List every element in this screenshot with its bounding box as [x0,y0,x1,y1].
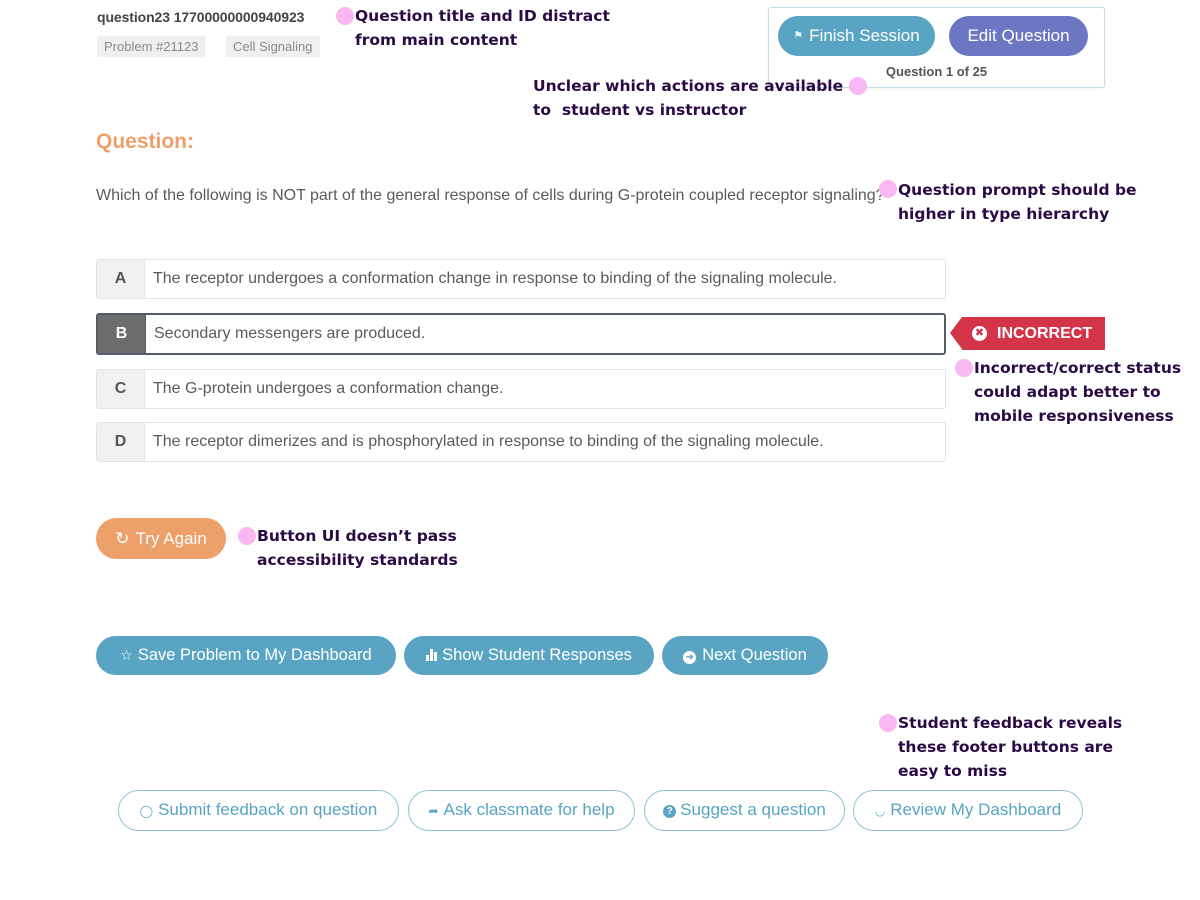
annotation-status-note: Incorrect/correct status could adapt bet… [974,356,1181,428]
ask-classmate-button[interactable]: ➦ Ask classmate for help [408,790,635,831]
question-id: question23 17700000000940923 [97,9,305,25]
save-problem-label: Save Problem to My Dashboard [137,646,372,664]
annotation-line: Student feedback reveals [898,714,1123,732]
annotation-footer-note: Student feedback reveals these footer bu… [898,711,1122,783]
annotation-line: mobile responsiveness [974,407,1174,425]
annotation-dot [238,527,256,545]
annotation-dot [879,180,897,198]
try-again-button[interactable]: ↻ Try Again [96,518,226,559]
suggest-question-label: Suggest a question [680,800,826,819]
show-responses-label: Show Student Responses [442,646,632,664]
annotation-line: from main content [355,31,518,49]
try-again-label: Try Again [135,529,207,548]
annotation-line: easy to miss [898,762,1008,780]
annotation-line: accessibility standards [257,551,458,569]
finish-session-label: Finish Session [809,26,920,45]
answer-option-b[interactable]: B Secondary messengers are produced. [96,313,946,355]
option-text: The G-protein undergoes a conformation c… [153,380,504,397]
incorrect-status-badge: ✖ INCORRECT [950,317,1105,350]
next-question-label: Next Question [702,646,807,664]
refresh-icon: ↻ [115,529,130,548]
badge-body: ✖ INCORRECT [962,317,1105,350]
annotation-dot [879,714,897,732]
option-letter: C [97,370,145,408]
badge-arrow [950,317,962,349]
answer-option-c[interactable]: C The G-protein undergoes a conformation… [96,369,946,409]
annotation-actions-note: Unclear which actions are available to s… [533,74,843,122]
annotation-dot [955,359,973,377]
speech-bubble-icon: ◯ [139,804,154,818]
annotation-prompt-note: Question prompt should be higher in type… [898,178,1137,226]
annotation-line: higher in type hierarchy [898,205,1110,223]
annotation-line: Unclear which actions are available [533,77,844,95]
review-dashboard-label: Review My Dashboard [890,800,1062,819]
option-text: Secondary messengers are produced. [154,325,426,342]
show-student-responses-button[interactable]: Show Student Responses [404,636,654,675]
finish-session-button[interactable]: ⚑ Finish Session [778,16,935,56]
question-heading: Question: [96,130,194,153]
x-circle-icon: ✖ [972,326,987,341]
suggest-question-button[interactable]: ? Suggest a question [644,790,845,831]
annotation-line: could adapt better to [974,383,1161,401]
share-icon: ➦ [428,804,439,818]
ask-classmate-label: Ask classmate for help [443,800,615,819]
annotation-title-note: Question title and ID distract from main… [355,4,610,52]
annotation-dot [849,77,867,95]
option-letter: B [98,315,146,353]
status-label: INCORRECT [997,324,1093,342]
arrow-circle-icon: ➜ [683,651,697,664]
topic-tag: Cell Signaling [226,36,320,57]
bar-chart-icon [426,649,438,661]
submit-feedback-label: Submit feedback on question [158,800,378,819]
annotation-line: to student vs instructor [533,101,747,119]
option-text: The receptor undergoes a conformation ch… [153,270,837,287]
option-text: The receptor dimerizes and is phosphoryl… [153,433,824,450]
option-letter: D [97,423,145,461]
star-icon: ☆ [120,647,133,663]
answer-option-a[interactable]: A The receptor undergoes a conformation … [96,259,946,299]
annotation-line: Button UI doesn’t pass [257,527,457,545]
next-question-button[interactable]: ➜ Next Question [662,636,828,675]
annotation-line: Incorrect/correct status [974,359,1182,377]
problem-tag: Problem #21123 [97,36,206,57]
save-problem-button[interactable]: ☆ Save Problem to My Dashboard [96,636,396,675]
flag-icon: ⚑ [793,30,804,42]
option-letter: A [97,260,145,298]
answer-option-d[interactable]: D The receptor dimerizes and is phosphor… [96,422,946,462]
review-dashboard-button[interactable]: ◡ Review My Dashboard [853,790,1083,831]
annotation-dot [336,7,354,25]
gauge-icon: ◡ [874,804,886,818]
annotation-line: these footer buttons are [898,738,1113,756]
edit-question-button[interactable]: Edit Question [949,16,1088,56]
question-circle-icon: ? [663,805,677,818]
question-prompt: Which of the following is NOT part of th… [96,187,885,204]
submit-feedback-button[interactable]: ◯ Submit feedback on question [118,790,399,831]
annotation-button-note: Button UI doesn’t pass accessibility sta… [257,524,458,572]
annotation-line: Question title and ID distract [355,7,610,25]
annotation-line: Question prompt should be [898,181,1137,199]
